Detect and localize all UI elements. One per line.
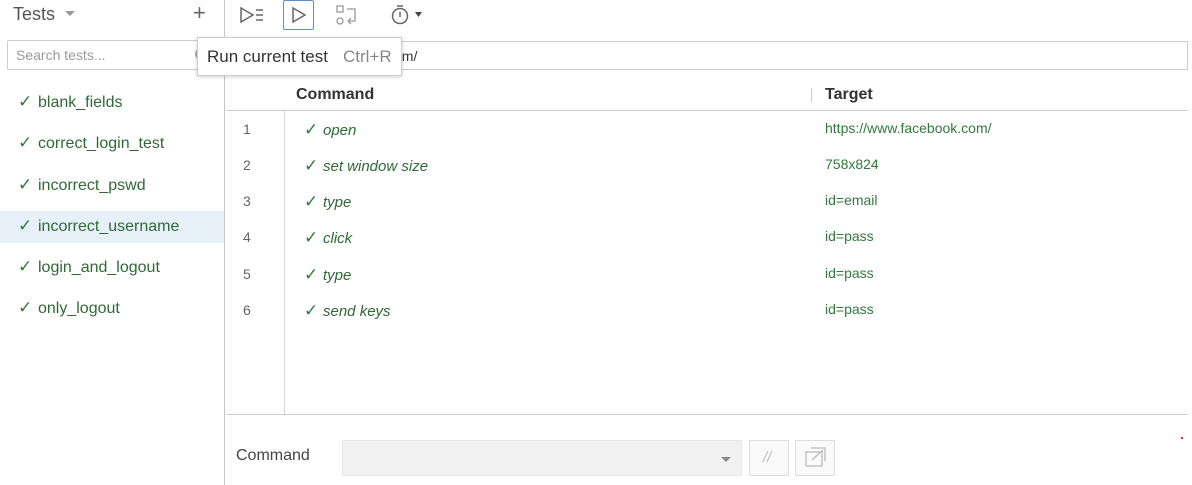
command-select[interactable] [342, 440, 742, 476]
test-item-correct-login-test[interactable]: ✓ correct_login_test [0, 128, 224, 160]
row-target: 758x824 [825, 156, 879, 172]
test-item-incorrect-username[interactable]: ✓ incorrect_username [0, 211, 224, 243]
command-row[interactable]: 6 ✓ send keys id=pass [226, 292, 1188, 328]
test-item-label: incorrect_pswd [38, 177, 146, 194]
caret-down-icon[interactable] [65, 11, 75, 16]
row-command: set window size [323, 158, 429, 175]
sidebar-header: Tests + [0, 0, 224, 30]
run-all-tests-icon [240, 6, 263, 24]
check-icon: ✓ [304, 156, 319, 175]
row-number: 5 [243, 266, 251, 282]
row-number: 6 [243, 302, 251, 318]
search-box [7, 40, 217, 70]
add-test-button[interactable]: + [193, 1, 206, 25]
check-icon: ✓ [304, 192, 319, 211]
command-row[interactable]: 5 ✓ type id=pass [226, 256, 1188, 292]
test-item-label: blank_fields [38, 94, 123, 111]
check-icon: ✓ [18, 216, 33, 235]
tests-dropdown-title[interactable]: Tests [13, 4, 55, 25]
row-number: 1 [243, 121, 251, 137]
test-item-label: correct_login_test [38, 135, 165, 152]
command-field-label: Command [236, 447, 310, 464]
row-target: https://www.facebook.com/ [825, 120, 992, 136]
check-icon: ✓ [304, 301, 319, 320]
row-target: id=pass [825, 301, 874, 317]
speed-timer-icon [391, 5, 422, 25]
command-row[interactable]: 3 ✓ type id=email [226, 183, 1188, 219]
comment-icon: // [763, 449, 772, 466]
check-icon: ✓ [18, 298, 33, 317]
run-current-test-icon [292, 6, 307, 24]
check-icon: ✓ [18, 133, 33, 152]
step-over-icon [336, 5, 356, 25]
comment-toggle-button[interactable]: // [749, 440, 789, 476]
command-row[interactable]: 2 ✓ set window size 758x824 [226, 147, 1188, 183]
column-header-target: Target [825, 86, 873, 103]
row-number: 3 [243, 193, 251, 209]
row-target: id=pass [825, 228, 874, 244]
row-number: 4 [243, 229, 251, 245]
check-icon: ✓ [304, 120, 319, 139]
test-item-label: login_and_logout [38, 259, 160, 276]
row-number: 2 [243, 157, 251, 173]
chevron-down-icon [721, 457, 731, 462]
test-sidebar: Tests + ✓ blank_fields ✓ correct_login_t… [0, 0, 225, 485]
row-command: open [323, 122, 357, 139]
test-item-label: incorrect_username [38, 218, 180, 235]
test-speed-button[interactable] [388, 0, 428, 30]
run-all-tests-button[interactable] [238, 0, 266, 30]
tooltip-text: Run current test [207, 47, 328, 66]
step-over-button[interactable] [333, 0, 361, 30]
check-icon: ✓ [304, 228, 319, 247]
test-item-login-and-logout[interactable]: ✓ login_and_logout [0, 252, 224, 284]
check-icon: ✓ [18, 175, 33, 194]
command-row[interactable]: 1 ✓ open https://www.facebook.com/ [226, 111, 1188, 147]
check-icon: ✓ [304, 265, 319, 284]
test-item-only-logout[interactable]: ✓ only_logout [0, 293, 224, 325]
command-table-header: Command Target [226, 80, 1188, 111]
test-item-blank-fields[interactable]: ✓ blank_fields [0, 87, 224, 119]
column-resize-handle[interactable] [811, 88, 812, 102]
row-command: send keys [323, 303, 391, 320]
row-target: id=pass [825, 265, 874, 281]
command-row[interactable]: 4 ✓ click id=pass [226, 219, 1188, 255]
selenium-ide-window: Tests + ✓ blank_fields ✓ correct_login_t… [0, 0, 1192, 485]
test-item-incorrect-pswd[interactable]: ✓ incorrect_pswd [0, 170, 224, 202]
open-external-icon [805, 447, 826, 467]
editor-divider [226, 414, 1188, 415]
run-current-test-tooltip: Run current test Ctrl+R [197, 37, 402, 76]
run-current-test-button[interactable] [283, 0, 314, 30]
row-command: type [323, 194, 352, 211]
row-target: id=email [825, 192, 878, 208]
search-input[interactable] [8, 41, 216, 69]
test-item-label: only_logout [38, 300, 120, 317]
row-command: type [323, 267, 352, 284]
open-in-new-button[interactable] [795, 440, 835, 476]
check-icon: ✓ [18, 92, 33, 111]
tooltip-shortcut: Ctrl+R [343, 47, 392, 66]
row-command: click [323, 230, 353, 247]
column-header-command: Command [296, 86, 375, 103]
status-dot [1181, 437, 1183, 439]
toolbar [226, 0, 1192, 30]
check-icon: ✓ [18, 257, 33, 276]
command-table-body: 1 ✓ open https://www.facebook.com/ 2 ✓ s… [226, 111, 1188, 414]
